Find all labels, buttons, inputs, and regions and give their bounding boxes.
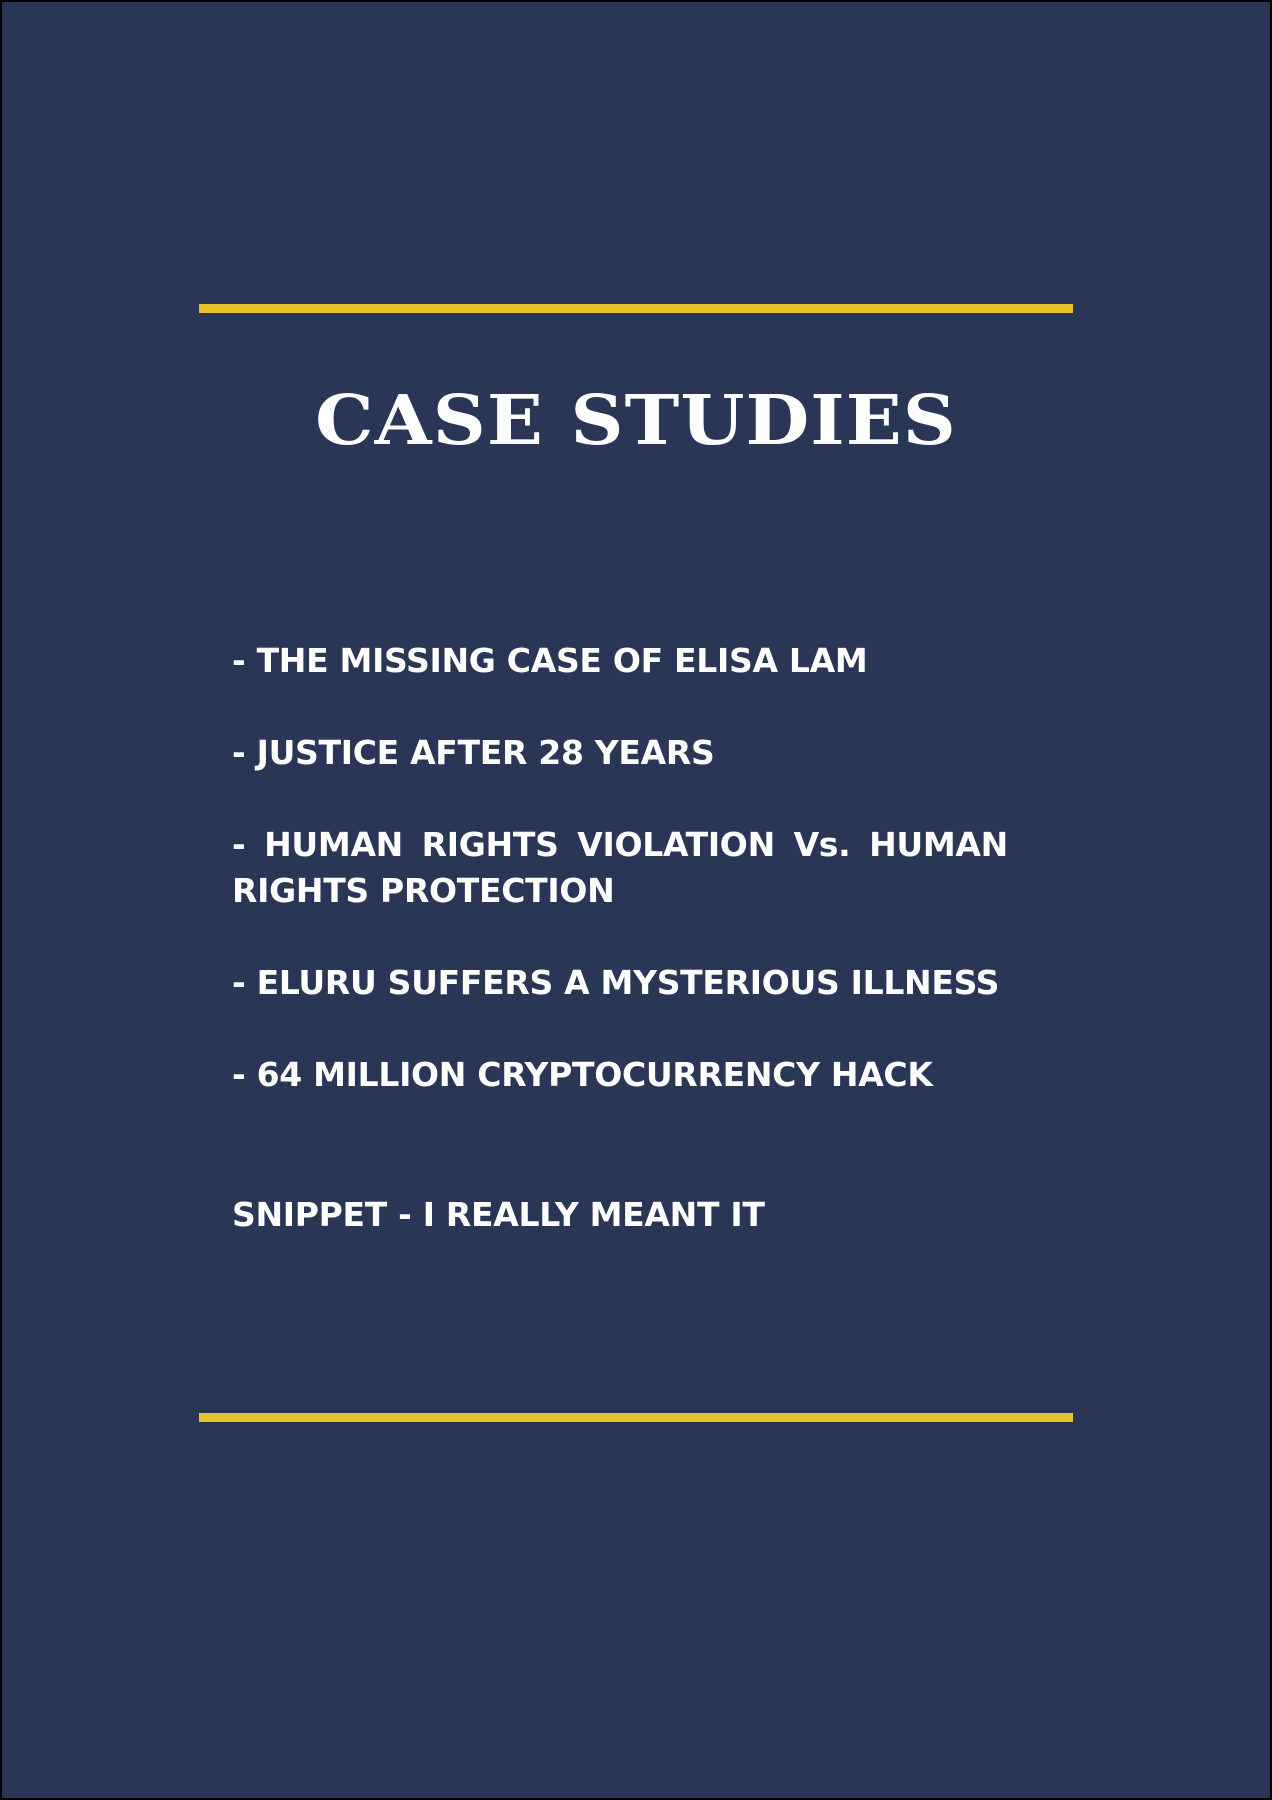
snippet-line: SNIPPET - I REALLY MEANT IT (232, 1195, 765, 1234)
case-study-list: - THE MISSING CASE OF ELISA LAM - JUSTIC… (232, 638, 1008, 1144)
list-item: - ELURU SUFFERS A MYSTERIOUS ILLNESS (232, 963, 1000, 1002)
list-item: - JUSTICE AFTER 28 YEARS (232, 733, 715, 772)
top-divider (199, 304, 1073, 313)
page: CASE STUDIES - THE MISSING CASE OF ELISA… (2, 2, 1270, 1798)
list-item: - HUMAN RIGHTS VIOLATION Vs. HUMAN RIGHT… (232, 825, 1008, 910)
list-item: - THE MISSING CASE OF ELISA LAM (232, 641, 868, 680)
bottom-divider (199, 1413, 1073, 1422)
page-title: CASE STUDIES (315, 381, 957, 461)
list-item: - 64 MILLION CRYPTOCURRENCY HACK (232, 1055, 933, 1094)
